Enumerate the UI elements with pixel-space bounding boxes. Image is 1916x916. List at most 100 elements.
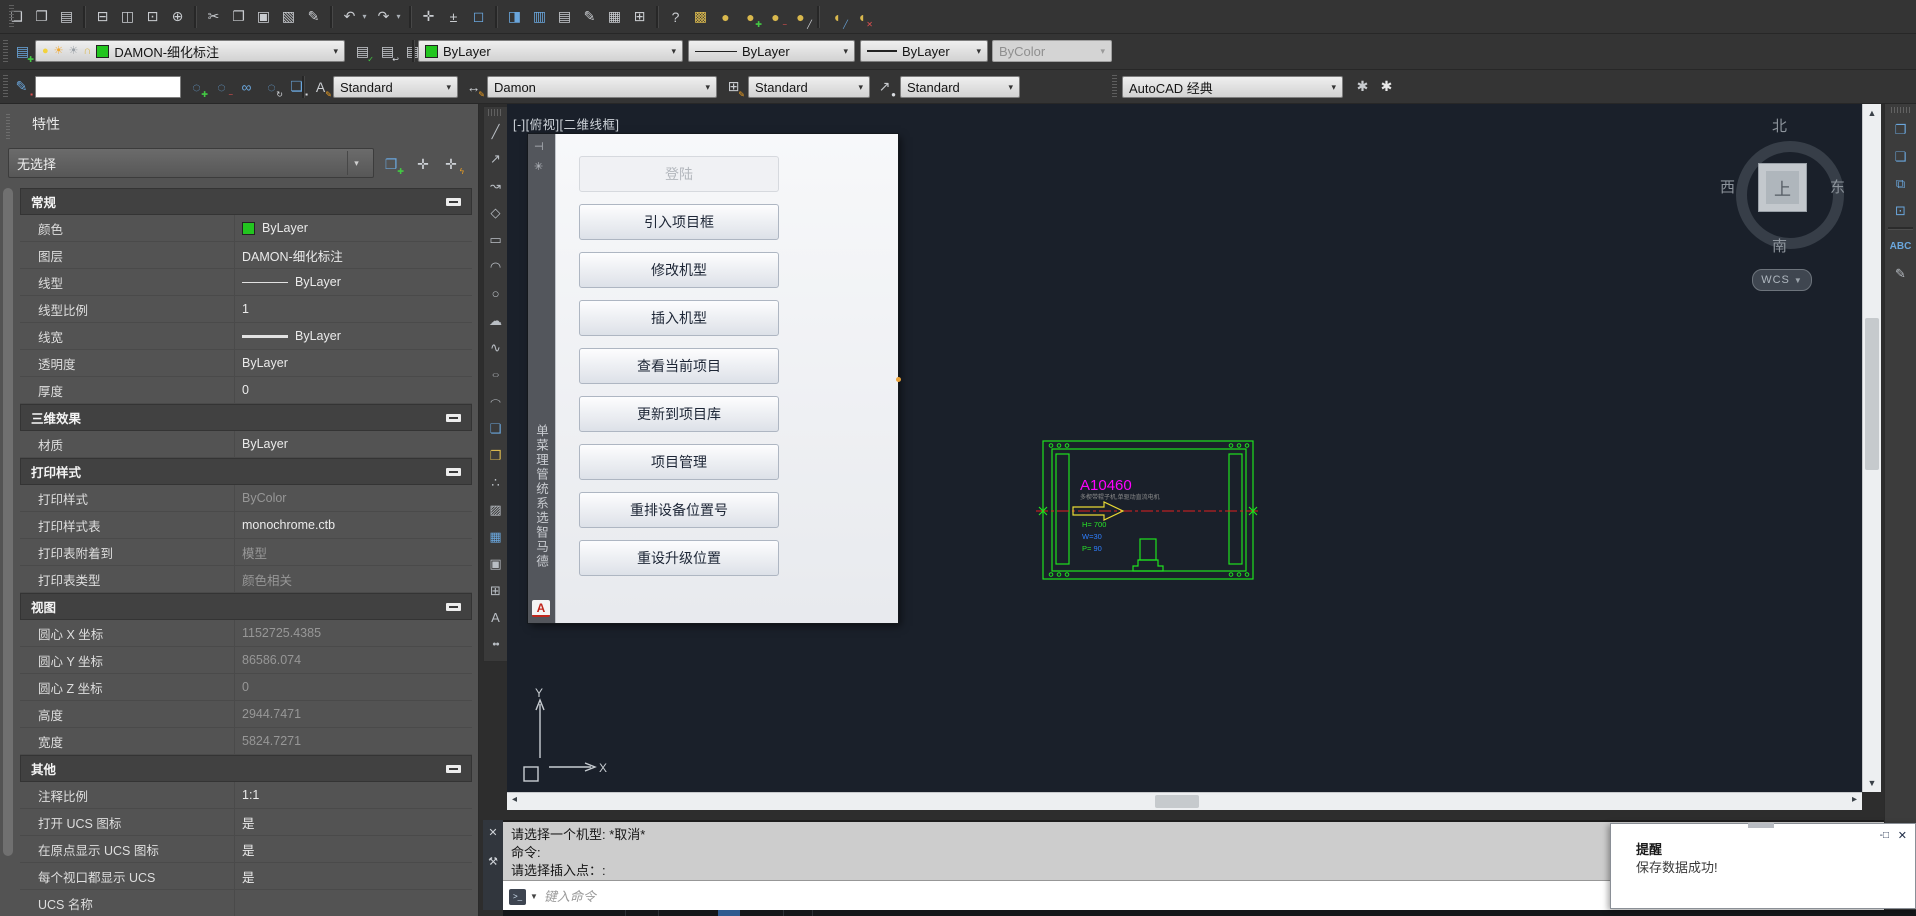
property-row[interactable]: 颜色 ByLayer (20, 215, 472, 242)
collapse-section-button[interactable] (446, 198, 461, 206)
modify-attach-icon[interactable]: ✎▪ (10, 75, 33, 98)
palette-properties-icon[interactable]: ✳ (534, 160, 543, 173)
layer-vp-freeze-icon[interactable]: ☀ (69, 46, 79, 57)
ungroup-icon[interactable]: ●╱ (789, 5, 812, 28)
compass-east-label[interactable]: 东 (1830, 176, 1845, 197)
remove-object-icon[interactable]: ◌− (210, 75, 233, 98)
save-icon[interactable]: ▤ (55, 5, 78, 28)
undo-dropdown-icon[interactable]: ▾ (359, 5, 370, 28)
paste-icon[interactable]: ▣ (252, 5, 275, 28)
vertical-scrollbar[interactable]: ▲ ▼ (1862, 104, 1881, 792)
group-delete-icon[interactable]: ◖✕ (850, 5, 873, 28)
undo-icon[interactable]: ↶ (338, 5, 361, 28)
property-row[interactable]: 线型 ByLayer (20, 269, 472, 296)
property-row[interactable]: 高度 2944.7471 (20, 701, 472, 728)
property-row[interactable]: 打印表附着到 模型 (20, 539, 472, 566)
zoom-realtime-icon[interactable]: ± (442, 5, 465, 28)
property-row[interactable]: UCS 名称 (20, 890, 472, 916)
machine-drawing[interactable]: A10460 多楔带辊子机,单驱动直流电机 H= 700 W=30 P= 90 (1042, 440, 1254, 581)
chevron-down-icon[interactable]: ▾ (976, 46, 981, 57)
chevron-down-icon[interactable]: ▾ (858, 82, 863, 93)
palette-titlebar[interactable]: ⊣ ✳ 单菜理管统系选智马德 A (528, 134, 555, 623)
property-row[interactable]: 圆心 X 坐标 1152725.4385 (20, 620, 472, 647)
pan-icon[interactable]: ✛ (417, 5, 440, 28)
group-icon[interactable]: ● (714, 5, 737, 28)
layer-color-swatch[interactable] (96, 45, 109, 58)
property-row[interactable]: 图层 DAMON-细化标注 (20, 242, 472, 269)
menu-button[interactable]: 插入机型 (579, 300, 779, 336)
group-manager-icon[interactable]: ▩ (689, 5, 712, 28)
toolbar-grip[interactable] (488, 109, 503, 116)
table-icon[interactable]: ⊞ (484, 577, 507, 604)
text-to-front-icon[interactable]: ABC (1885, 233, 1916, 260)
property-row[interactable]: 打开 UCS 图标 是 (20, 809, 472, 836)
toolbar-grip[interactable] (9, 5, 14, 29)
toolbar-separator[interactable] (656, 6, 659, 28)
collapse-section-button[interactable] (446, 414, 461, 422)
bring-to-front-icon[interactable]: ❐ (1885, 116, 1916, 143)
property-row[interactable]: 透明度 ByLayer (20, 350, 472, 377)
wrench-icon[interactable]: ⚒ (488, 857, 498, 868)
revision-cloud-icon[interactable]: ☁ (484, 307, 507, 334)
plot-preview-icon[interactable]: ◫ (116, 5, 139, 28)
text-style-icon[interactable]: A✎ (309, 75, 332, 98)
notification-popup[interactable]: 提醒 保存数据成功! -□ ✕ (1610, 823, 1916, 909)
menu-button[interactable]: 项目管理 (579, 444, 779, 480)
property-row[interactable]: 打印表类型 颜色相关 (20, 566, 472, 593)
insert-block-icon[interactable]: ❏ (484, 415, 507, 442)
make-block-icon[interactable]: ❐ (484, 442, 507, 469)
workspace-combo[interactable]: AutoCAD 经典 ▾ (1122, 76, 1343, 98)
line-icon[interactable]: ╱ (484, 118, 507, 145)
horizontal-scroll-thumb[interactable] (1155, 795, 1199, 808)
property-row[interactable]: 打印样式 ByColor (20, 485, 472, 512)
toggle-pickadd-icon[interactable]: ✛ϟ (438, 151, 464, 177)
rectangle-icon[interactable]: ▭ (484, 226, 507, 253)
multileader-style-icon[interactable]: ↗● (873, 75, 896, 98)
chevron-down-icon[interactable]: ▾ (1008, 82, 1013, 93)
hatch-icon[interactable]: ▨ (484, 496, 507, 523)
open-file-icon[interactable]: ❐ (30, 5, 53, 28)
chevron-down-icon[interactable]: ▼ (530, 892, 538, 901)
compass-south-label[interactable]: 南 (1772, 235, 1787, 256)
collapse-section-button[interactable] (446, 468, 461, 476)
help-icon[interactable]: ? (664, 5, 687, 28)
viewcube-top-face[interactable]: 上 (1758, 163, 1807, 212)
layer-on-bulb-icon[interactable]: ● (42, 46, 49, 57)
toolbar-separator[interactable] (409, 6, 412, 28)
toolbar-grip[interactable] (3, 75, 8, 99)
table-style-combo[interactable]: Standard ▾ (748, 76, 870, 98)
region-icon[interactable]: ▣ (484, 550, 507, 577)
markup-set-manager-icon[interactable]: ✎ (578, 5, 601, 28)
menu-button[interactable]: 重设升级位置 (579, 540, 779, 576)
palette-autohide-pin-icon[interactable]: ⊣ (534, 140, 544, 153)
properties-palette-icon[interactable]: ◨ (503, 5, 526, 28)
multileader-style-combo[interactable]: Standard ▾ (900, 76, 1020, 98)
dimension-style-icon[interactable]: ↔✎ (462, 75, 485, 98)
layer-previous-icon[interactable]: ▤↩ (376, 40, 399, 63)
chevron-down-icon[interactable]: ▾ (705, 82, 710, 93)
select-objects-icon[interactable]: ✛ (410, 151, 436, 177)
spline-icon[interactable]: ∿ (484, 334, 507, 361)
send-under-objects-icon[interactable]: ⊡ (1885, 197, 1916, 224)
pin-icon[interactable]: -□ (1880, 830, 1889, 841)
scroll-down-arrow[interactable]: ▼ (1863, 778, 1881, 788)
property-row[interactable]: 其他 (20, 755, 472, 782)
remove-from-group-icon[interactable]: ●− (764, 5, 787, 28)
drawing-canvas[interactable]: [-][俯视][二维线框] ⊣ ✳ 单菜理管统系选智马德 A 登陆引入项目框修改… (507, 104, 1862, 792)
group-select-toggle-icon[interactable]: ◖╱ (825, 5, 848, 28)
ellipse-arc-icon[interactable]: ◠ (484, 388, 507, 415)
selection-type-combo[interactable]: 无选择 ▾ (8, 148, 374, 178)
scroll-left-arrow[interactable]: ◂ (512, 794, 517, 805)
viewport-controls[interactable]: [-][俯视][二维线框] (513, 114, 620, 133)
send-to-back-icon[interactable]: ❏ (1885, 143, 1916, 170)
cut-icon[interactable]: ✂ (202, 5, 225, 28)
chevron-down-icon[interactable]: ▾ (347, 151, 365, 175)
quick-input[interactable] (35, 76, 181, 98)
redo-dropdown-icon[interactable]: ▾ (393, 5, 404, 28)
viewcube[interactable]: 北 南 西 东 上 WCS▼ (1726, 115, 1852, 305)
collapse-section-button[interactable] (446, 603, 461, 611)
bring-above-objects-icon[interactable]: ⧉ (1885, 170, 1916, 197)
zoom-window-icon[interactable]: ◻ (467, 5, 490, 28)
toolbar-grip[interactable] (3, 40, 8, 64)
chevron-down-icon[interactable]: ▾ (333, 46, 338, 57)
